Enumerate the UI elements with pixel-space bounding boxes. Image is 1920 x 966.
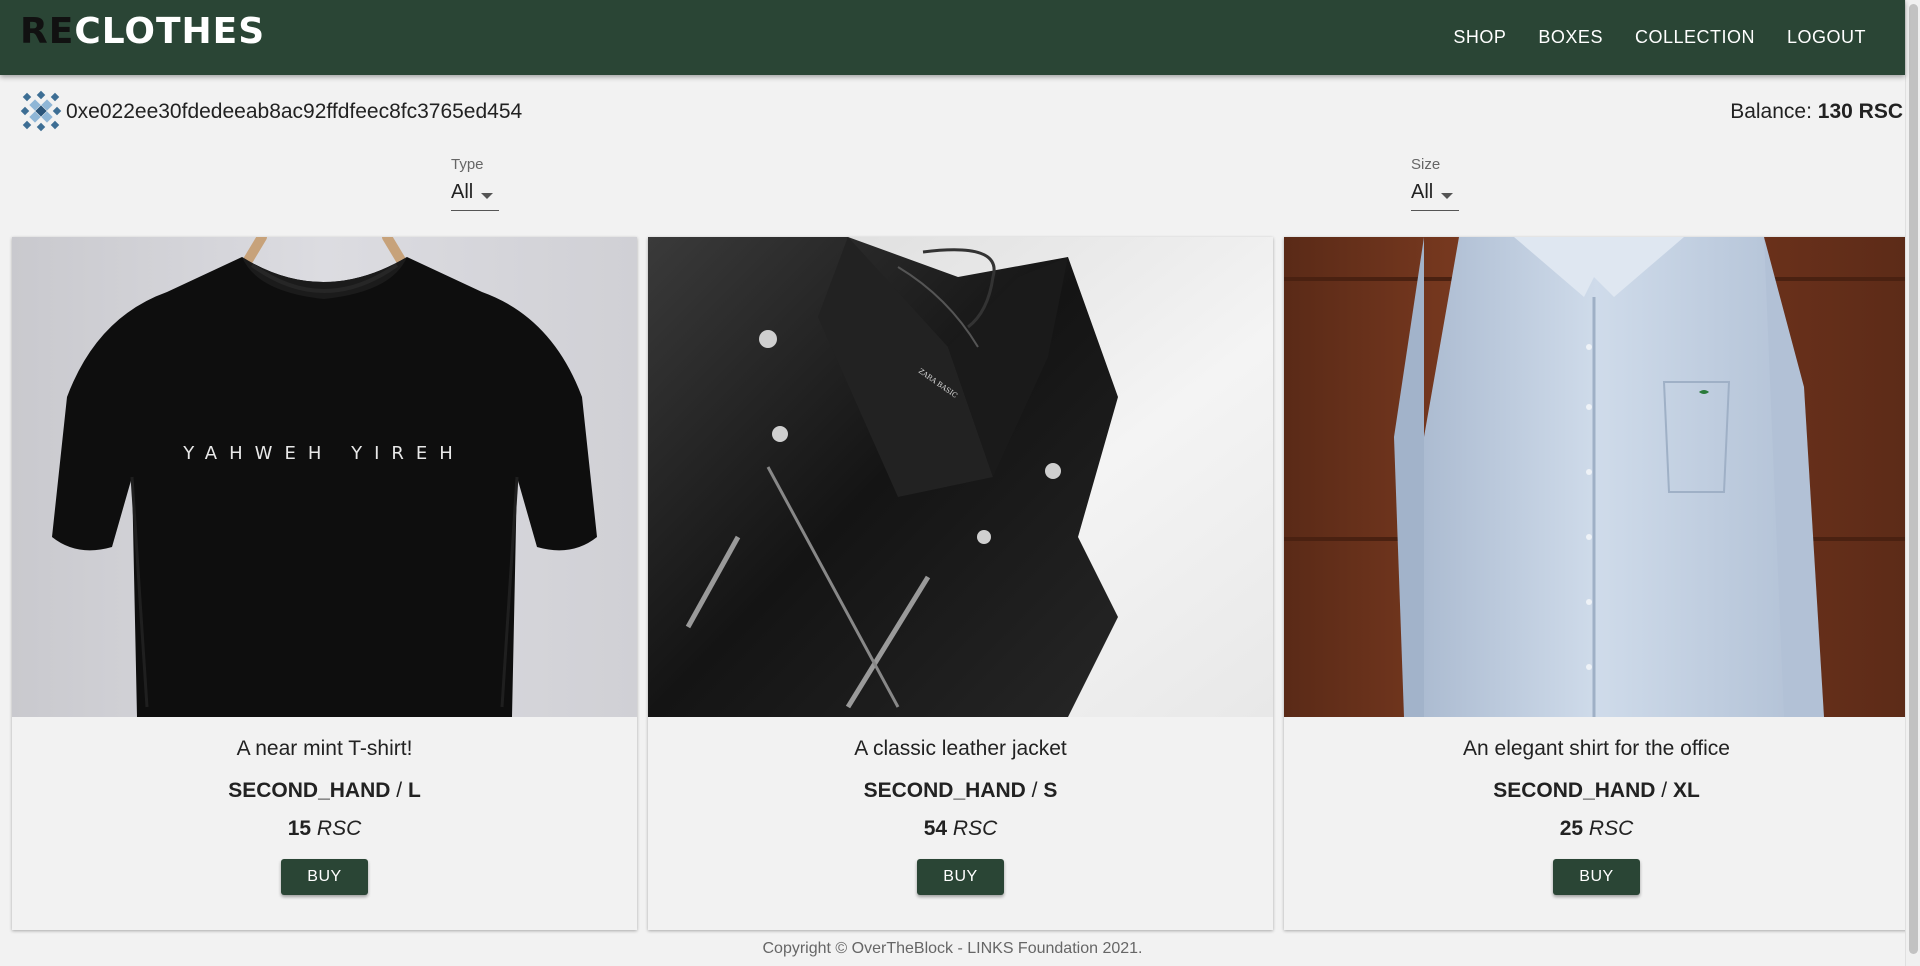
product-card: YAHWEH YIREH A near mint T-shirt! SECOND… — [12, 237, 637, 930]
type-select-value: All — [451, 181, 474, 203]
nav-boxes[interactable]: BOXES — [1527, 19, 1614, 56]
product-image-jacket[interactable]: ZARA BASIC — [648, 237, 1273, 717]
logo-text: CLOTHES — [74, 11, 266, 52]
wallet-address: 0xe022ee30fdedeeab8ac92ffdfeec8fc3765ed4… — [66, 100, 523, 123]
product-info: A classic leather jacket SECOND_HAND / S… — [648, 717, 1273, 930]
chevron-down-icon — [1441, 193, 1453, 199]
buy-button[interactable]: BUY — [281, 859, 368, 895]
shirt-photo — [1284, 237, 1909, 717]
price-value: 25 — [1559, 817, 1584, 840]
product-title: A near mint T-shirt! — [236, 737, 413, 760]
chevron-down-icon — [481, 193, 493, 199]
buy-button[interactable]: BUY — [1553, 859, 1640, 895]
product-price: 54 RSC — [648, 817, 1273, 841]
type-filter: Type All — [451, 156, 499, 211]
main-nav: SHOP BOXES COLLECTION LOGOUT — [1442, 0, 1877, 75]
size-filter: Size All — [1411, 156, 1459, 211]
product-condition: SECOND_HAND — [1493, 779, 1656, 802]
jacket-photo: ZARA BASIC — [648, 237, 1273, 717]
product-size: S — [1043, 779, 1058, 802]
balance-label: Balance: — [1730, 100, 1812, 123]
meta-separator: / — [1661, 779, 1668, 802]
product-size: L — [407, 779, 421, 802]
product-image-tshirt[interactable]: YAHWEH YIREH — [12, 237, 637, 717]
product-price: 15 RSC — [12, 817, 637, 841]
top-app-bar: RECLOTHES SHOP BOXES COLLECTION LOGOUT — [0, 0, 1905, 75]
meta-separator: / — [396, 779, 403, 802]
product-info: An elegant shirt for the office SECOND_H… — [1284, 717, 1909, 930]
meta-separator: / — [1031, 779, 1038, 802]
product-meta: SECOND_HAND / S — [648, 779, 1273, 803]
logo-prefix: RE — [20, 11, 75, 52]
product-image-shirt[interactable] — [1284, 237, 1909, 717]
product-title: An elegant shirt for the office — [1463, 737, 1730, 760]
type-filter-label: Type — [451, 156, 484, 173]
scrollbar-thumb[interactable] — [1909, 4, 1918, 954]
footer-copyright: Copyright © OverTheBlock - LINKS Foundat… — [762, 940, 1143, 957]
logo[interactable]: RECLOTHES — [20, 10, 266, 52]
balance-value: 130 RSC — [1817, 100, 1903, 123]
product-condition: SECOND_HAND — [863, 779, 1026, 802]
page: RECLOTHES SHOP BOXES COLLECTION LOGOUT 0… — [0, 0, 1909, 966]
product-card: An elegant shirt for the office SECOND_H… — [1284, 237, 1909, 930]
type-select[interactable]: All — [451, 179, 499, 211]
product-title: A classic leather jacket — [854, 737, 1067, 760]
product-info: A near mint T-shirt! SECOND_HAND / L 15 … — [12, 717, 637, 930]
size-select[interactable]: All — [1411, 179, 1459, 211]
tshirt-photo: YAHWEH YIREH — [12, 237, 637, 717]
price-currency: RSC — [1588, 817, 1634, 840]
size-filter-label: Size — [1411, 156, 1441, 173]
product-size: XL — [1672, 779, 1700, 802]
page-scrollbar[interactable] — [1905, 0, 1920, 966]
product-condition: SECOND_HAND — [228, 779, 391, 802]
account-info: 0xe022ee30fdedeeab8ac92ffdfeec8fc3765ed4… — [20, 90, 1905, 134]
tshirt-print: YAHWEH YIREH — [182, 443, 465, 464]
product-meta: SECOND_HAND / XL — [1284, 779, 1909, 803]
nav-collection[interactable]: COLLECTION — [1624, 19, 1766, 56]
size-select-value: All — [1411, 181, 1434, 203]
price-value: 54 — [923, 817, 948, 840]
nav-shop[interactable]: SHOP — [1442, 19, 1517, 56]
product-meta: SECOND_HAND / L — [12, 779, 637, 803]
product-price: 25 RSC — [1284, 817, 1909, 841]
buy-button[interactable]: BUY — [917, 859, 1004, 895]
nav-logout[interactable]: LOGOUT — [1776, 19, 1877, 56]
product-card: ZARA BASIC A classic leather jacket SECO… — [648, 237, 1273, 930]
price-currency: RSC — [952, 817, 998, 840]
price-currency: RSC — [316, 817, 362, 840]
price-value: 15 — [287, 817, 312, 840]
identicon-avatar — [20, 90, 62, 132]
balance: Balance: 130 RSC — [1730, 100, 1903, 124]
